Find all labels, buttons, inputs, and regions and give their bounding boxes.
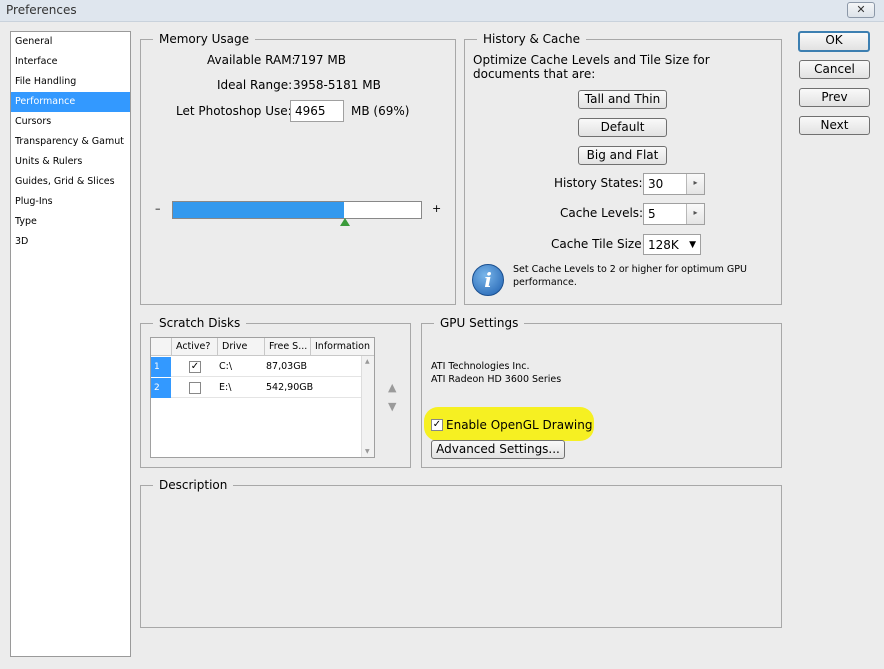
cache-tile-size-value: 128K (648, 238, 679, 252)
row-number: 1 (151, 357, 171, 377)
description-group: Description (140, 478, 782, 628)
gpu-model: ATI Radeon HD 3600 Series (431, 374, 562, 385)
memory-usage-slider[interactable] (172, 201, 422, 219)
cache-tile-size-select[interactable]: 128K ▼ (643, 234, 701, 255)
gpu-vendor: ATI Technologies Inc. (431, 361, 530, 372)
cache-levels-value: 5 (648, 207, 656, 221)
tall-and-thin-button[interactable]: Tall and Thin (578, 90, 667, 109)
cache-optimize-description: Optimize Cache Levels and Tile Size for … (473, 53, 710, 81)
cache-levels-spinner-icon[interactable]: ▸ (686, 204, 704, 224)
big-and-flat-button[interactable]: Big and Flat (578, 146, 667, 165)
column-header-information[interactable]: Information (311, 338, 375, 356)
history-states-label: History States: (554, 176, 643, 190)
active-checkbox[interactable]: ✓ (189, 361, 201, 373)
sidebar-item-file-handling[interactable]: File Handling (11, 72, 130, 92)
enable-opengl-label[interactable]: Enable OpenGL Drawing (446, 418, 592, 432)
free-space-cell: 87,03GB (266, 361, 308, 372)
ok-button[interactable]: OK (798, 31, 870, 52)
available-ram-label: Available RAM: (207, 53, 296, 67)
preferences-category-list[interactable]: General Interface File Handling Performa… (10, 31, 131, 657)
decrease-memory-icon[interactable]: – (155, 202, 161, 215)
history-states-value: 30 (648, 177, 664, 191)
sidebar-item-general[interactable]: General (11, 32, 130, 52)
sidebar-item-type[interactable]: Type (11, 212, 130, 232)
memory-unit-percent: MB (69%) (351, 104, 410, 118)
sidebar-item-plug-ins[interactable]: Plug-Ins (11, 192, 130, 212)
scroll-down-icon[interactable]: ▼ (365, 448, 370, 455)
memory-slider-thumb[interactable] (339, 218, 350, 226)
sidebar-item-interface[interactable]: Interface (11, 52, 130, 72)
column-header-index (151, 338, 172, 356)
cache-levels-label: Cache Levels: (560, 206, 644, 220)
column-header-active[interactable]: Active? (172, 338, 218, 356)
row-number: 2 (151, 378, 171, 398)
sidebar-item-cursors[interactable]: Cursors (11, 112, 130, 132)
sidebar-item-3d[interactable]: 3D (11, 232, 130, 252)
gpu-cache-hint: Set Cache Levels to 2 or higher for opti… (513, 264, 747, 288)
sidebar-item-guides-grid-slices[interactable]: Guides, Grid & Slices (11, 172, 130, 192)
scratch-disks-title: Scratch Disks (153, 316, 247, 330)
prev-button[interactable]: Prev (799, 88, 870, 107)
table-row[interactable]: 2 E:\ 542,90GB (151, 378, 374, 398)
scroll-up-icon[interactable]: ▲ (365, 358, 370, 365)
table-header: Active? Drive Free S... Information (151, 338, 374, 356)
default-button[interactable]: Default (578, 118, 667, 137)
description-title: Description (153, 478, 234, 492)
free-space-cell: 542,90GB (266, 382, 314, 393)
available-ram-value: 7197 MB (293, 53, 346, 67)
increase-memory-icon[interactable]: + (432, 202, 441, 215)
move-disk-up-icon[interactable]: ▲ (388, 381, 396, 394)
let-photoshop-use-label: Let Photoshop Use: (176, 104, 292, 118)
info-icon: i (472, 264, 504, 296)
memory-slider-fill (173, 202, 345, 218)
history-states-input[interactable]: 30 ▸ (643, 173, 705, 195)
close-icon: ✕ (856, 3, 866, 16)
cache-tile-size-label: Cache Tile Size: (551, 237, 646, 251)
close-button[interactable]: ✕ (847, 2, 875, 18)
scratch-disks-table[interactable]: Active? Drive Free S... Information 1 ✓ … (150, 337, 375, 458)
title-bar: Preferences ✕ (0, 0, 884, 22)
ideal-range-label: Ideal Range: (217, 78, 293, 92)
move-disk-down-icon[interactable]: ▼ (388, 400, 396, 413)
chevron-down-icon: ▼ (689, 240, 696, 250)
history-states-spinner-icon[interactable]: ▸ (686, 174, 704, 194)
ideal-range-value: 3958-5181 MB (293, 78, 381, 92)
sidebar-item-performance[interactable]: Performance (11, 92, 130, 112)
sidebar-item-units-rulers[interactable]: Units & Rulers (11, 152, 130, 172)
memory-usage-title: Memory Usage (153, 32, 256, 46)
column-header-drive[interactable]: Drive (218, 338, 265, 356)
next-button[interactable]: Next (799, 116, 870, 135)
history-cache-title: History & Cache (477, 32, 586, 46)
enable-opengl-checkbox[interactable]: ✓ (431, 419, 443, 431)
drive-cell: E:\ (219, 382, 232, 393)
gpu-settings-title: GPU Settings (434, 316, 525, 330)
photoshop-memory-input[interactable]: 4965 (290, 100, 344, 122)
cache-levels-input[interactable]: 5 ▸ (643, 203, 705, 225)
table-scrollbar[interactable]: ▲ ▼ (361, 356, 374, 457)
sidebar-item-transparency-gamut[interactable]: Transparency & Gamut (11, 132, 130, 152)
column-header-free-space[interactable]: Free S... (265, 338, 311, 356)
cancel-button[interactable]: Cancel (799, 60, 870, 79)
window-title: Preferences (6, 3, 77, 17)
table-row[interactable]: 1 ✓ C:\ 87,03GB (151, 357, 374, 377)
drive-cell: C:\ (219, 361, 233, 372)
advanced-settings-button[interactable]: Advanced Settings... (431, 440, 565, 459)
active-checkbox[interactable] (189, 382, 201, 394)
